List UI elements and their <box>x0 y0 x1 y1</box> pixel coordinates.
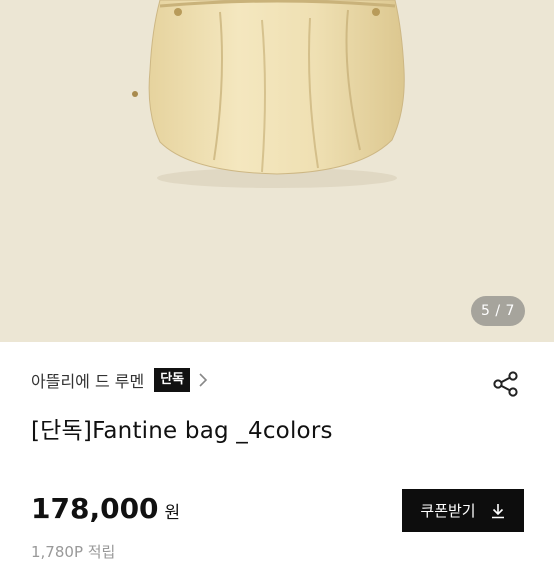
points-earned: 1,780P 적립 <box>31 543 116 561</box>
product-title: [단독]Fantine bag _4colors <box>31 418 333 444</box>
exclusive-badge: 단독 <box>154 368 191 392</box>
brand-name[interactable]: 아뜰리에 드 루멘 <box>31 368 144 392</box>
image-counter-badge: 5 / 7 <box>471 296 525 326</box>
price-row: 178,000 원 <box>31 492 180 525</box>
share-icon[interactable] <box>492 370 520 398</box>
chevron-right-icon[interactable] <box>198 372 208 388</box>
product-image <box>0 0 554 342</box>
product-price: 178,000 <box>31 492 159 525</box>
coupon-button-label: 쿠폰받기 <box>420 502 476 520</box>
currency-label: 원 <box>164 503 181 523</box>
brand-row[interactable]: 아뜰리에 드 루멘 단독 <box>31 365 208 395</box>
download-icon <box>491 503 504 518</box>
product-image-gallery[interactable]: 5 / 7 <box>0 0 554 342</box>
coupon-download-button[interactable]: 쿠폰받기 <box>402 489 524 532</box>
